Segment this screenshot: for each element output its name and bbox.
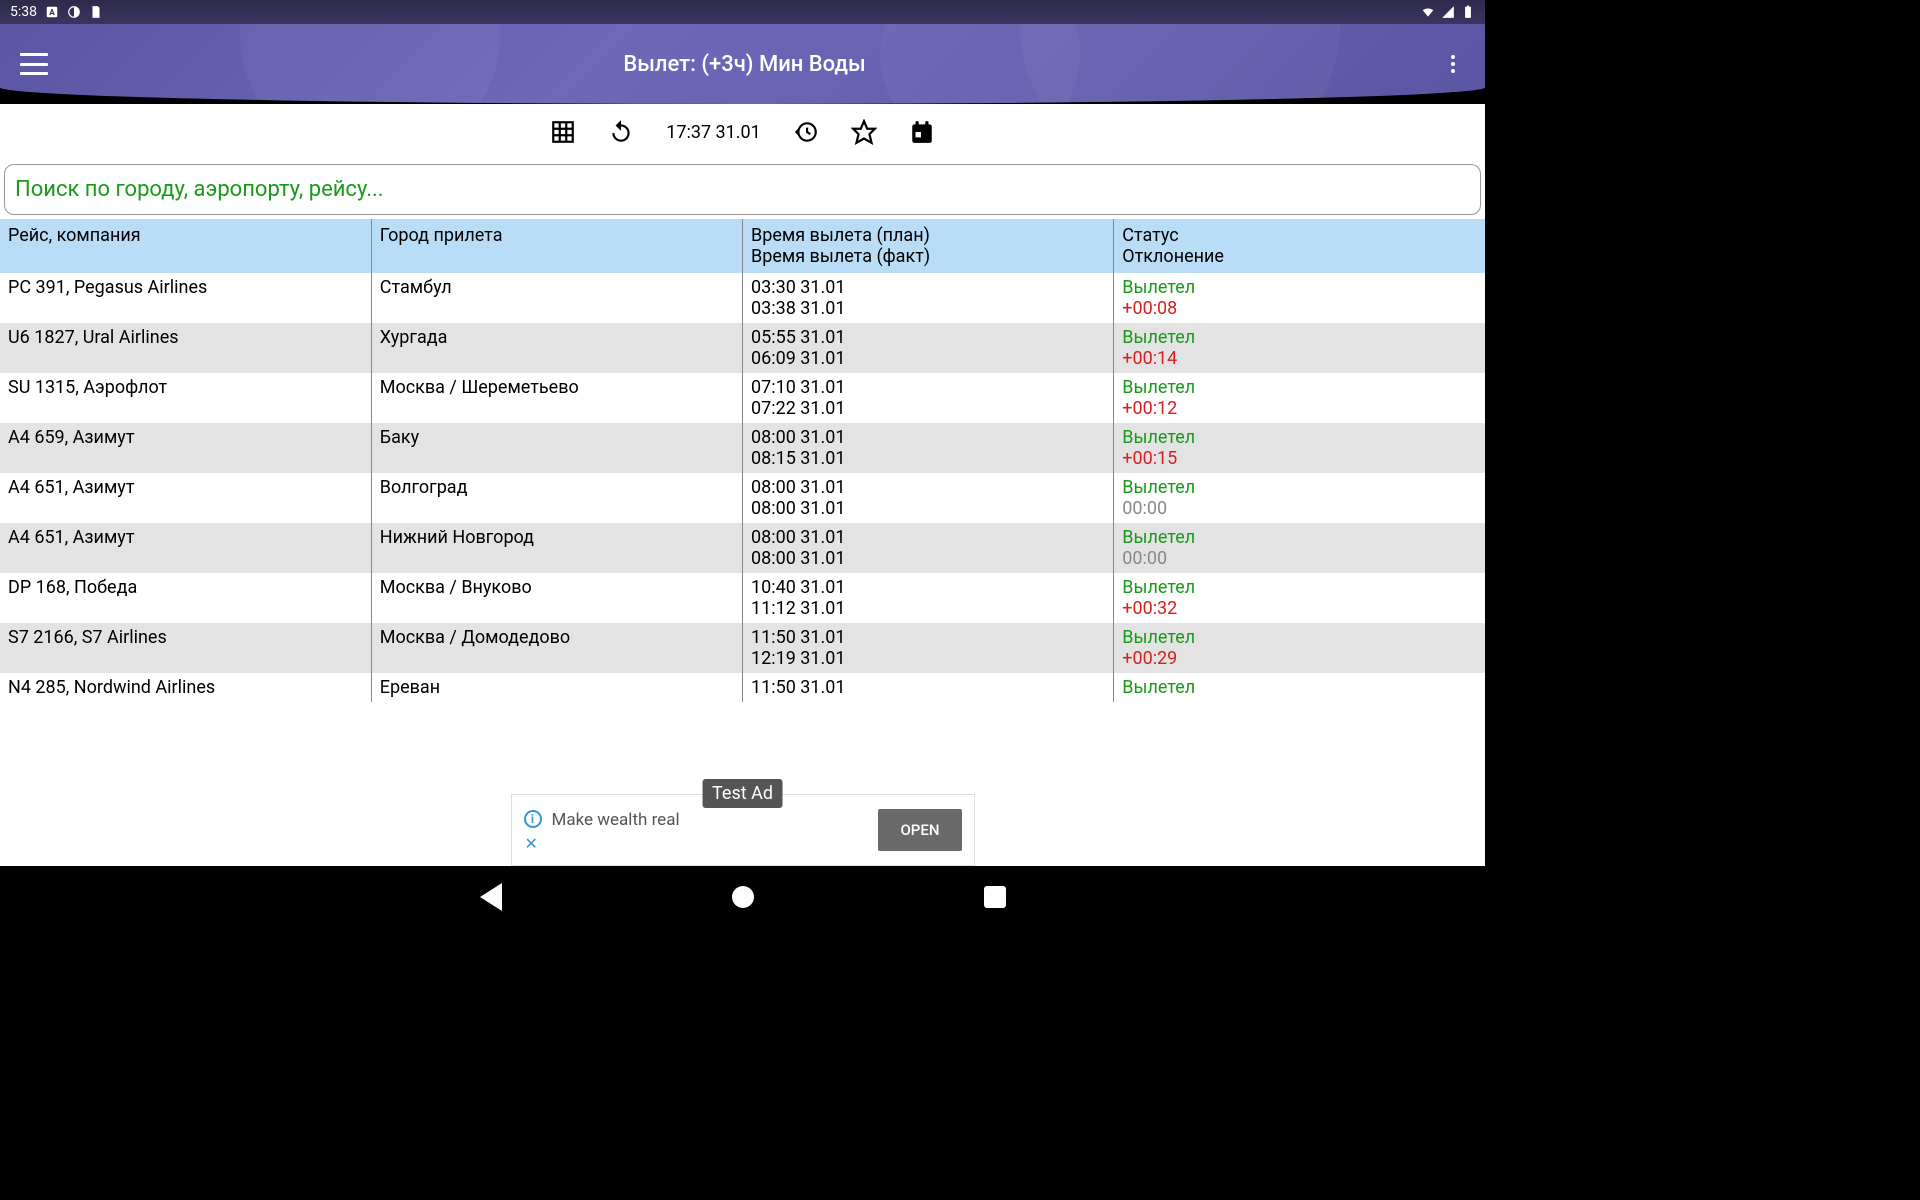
- ad-text: Make wealth real: [552, 810, 680, 830]
- android-nav-bar: [0, 866, 1485, 928]
- more-options-button[interactable]: [1441, 52, 1465, 76]
- cell-status: Вылетел00:00: [1114, 473, 1485, 523]
- cell-flight: A4 659, Азимут: [0, 423, 371, 473]
- cell-status: Вылетел: [1114, 673, 1485, 702]
- battery-icon: [1461, 5, 1475, 19]
- calendar-icon[interactable]: [909, 119, 935, 145]
- cell-time: 08:00 31.0108:00 31.01: [743, 523, 1114, 573]
- table-row[interactable]: PC 391, Pegasus AirlinesСтамбул03:30 31.…: [0, 273, 1485, 323]
- cell-time: 08:00 31.0108:00 31.01: [743, 473, 1114, 523]
- flights-table: Рейс, компания Город прилета Время вылет…: [0, 219, 1485, 702]
- cell-city: Баку: [371, 423, 742, 473]
- table-row[interactable]: A4 651, АзимутНижний Новгород08:00 31.01…: [0, 523, 1485, 573]
- ad-banner: Test Ad i ✕ Make wealth real OPEN: [511, 794, 975, 866]
- table-row[interactable]: S7 2166, S7 AirlinesМосква / Домодедово1…: [0, 623, 1485, 673]
- table-row[interactable]: N4 285, Nordwind AirlinesЕреван11:50 31.…: [0, 673, 1485, 702]
- menu-button[interactable]: [20, 53, 48, 75]
- cell-status: Вылетел+00:14: [1114, 323, 1485, 373]
- cell-time: 08:00 31.0108:15 31.01: [743, 423, 1114, 473]
- cell-status: Вылетел+00:32: [1114, 573, 1485, 623]
- cell-time: 03:30 31.0103:38 31.01: [743, 273, 1114, 323]
- star-icon[interactable]: [851, 119, 877, 145]
- cell-time: 11:50 31.01: [743, 673, 1114, 702]
- status-icon-sd: [89, 5, 103, 19]
- svg-text:A: A: [49, 7, 55, 17]
- cell-status: Вылетел+00:15: [1114, 423, 1485, 473]
- cell-flight: PC 391, Pegasus Airlines: [0, 273, 371, 323]
- th-flight: Рейс, компания: [0, 219, 371, 273]
- toolbar-datetime: 17:37 31.01: [666, 122, 761, 143]
- grid-icon[interactable]: [550, 119, 576, 145]
- table-row[interactable]: A4 651, АзимутВолгоград08:00 31.0108:00 …: [0, 473, 1485, 523]
- cell-flight: DP 168, Победа: [0, 573, 371, 623]
- table-row[interactable]: DP 168, ПобедаМосква / Внуково10:40 31.0…: [0, 573, 1485, 623]
- status-icon-a: A: [45, 5, 59, 19]
- cell-status: Вылетел+00:12: [1114, 373, 1485, 423]
- table-row[interactable]: A4 659, АзимутБаку08:00 31.0108:15 31.01…: [0, 423, 1485, 473]
- th-status: Статус Отклонение: [1114, 219, 1485, 273]
- cell-status: Вылетел00:00: [1114, 523, 1485, 573]
- cell-time: 10:40 31.0111:12 31.01: [743, 573, 1114, 623]
- page-title: Вылет: (+3ч) Мин Воды: [623, 52, 865, 77]
- ad-info-icon[interactable]: i: [524, 810, 542, 828]
- ad-badge: Test Ad: [702, 779, 783, 808]
- signal-icon: [1441, 5, 1455, 19]
- cell-city: Волгоград: [371, 473, 742, 523]
- cell-flight: A4 651, Азимут: [0, 523, 371, 573]
- android-status-bar: 5:38 A: [0, 0, 1485, 24]
- cell-city: Хургада: [371, 323, 742, 373]
- cell-status: Вылетел+00:08: [1114, 273, 1485, 323]
- status-icon-contrast: [67, 5, 81, 19]
- cell-time: 11:50 31.0112:19 31.01: [743, 623, 1114, 673]
- cell-flight: S7 2166, S7 Airlines: [0, 623, 371, 673]
- cell-time: 07:10 31.0107:22 31.01: [743, 373, 1114, 423]
- cell-city: Москва / Внуково: [371, 573, 742, 623]
- toolbar: 17:37 31.01: [0, 104, 1485, 160]
- refresh-icon[interactable]: [608, 119, 634, 145]
- cell-city: Москва / Домодедово: [371, 623, 742, 673]
- cell-time: 05:55 31.0106:09 31.01: [743, 323, 1114, 373]
- nav-home-button[interactable]: [732, 886, 754, 908]
- search-input[interactable]: [4, 164, 1481, 215]
- cell-city: Москва / Шереметьево: [371, 373, 742, 423]
- cell-city: Нижний Новгород: [371, 523, 742, 573]
- nav-back-button[interactable]: [480, 883, 502, 911]
- cell-flight: SU 1315, Аэрофлот: [0, 373, 371, 423]
- nav-recent-button[interactable]: [984, 886, 1006, 908]
- history-icon[interactable]: [793, 119, 819, 145]
- app-bar: Вылет: (+3ч) Мин Воды: [0, 24, 1485, 104]
- wifi-icon: [1421, 5, 1435, 19]
- cell-flight: A4 651, Азимут: [0, 473, 371, 523]
- table-row[interactable]: SU 1315, АэрофлотМосква / Шереметьево07:…: [0, 373, 1485, 423]
- th-city: Город прилета: [371, 219, 742, 273]
- cell-city: Стамбул: [371, 273, 742, 323]
- cell-city: Ереван: [371, 673, 742, 702]
- th-time: Время вылета (план) Время вылета (факт): [743, 219, 1114, 273]
- ad-close-icon[interactable]: ✕: [525, 834, 541, 850]
- cell-flight: N4 285, Nordwind Airlines: [0, 673, 371, 702]
- ad-open-button[interactable]: OPEN: [878, 809, 961, 851]
- cell-status: Вылетел+00:29: [1114, 623, 1485, 673]
- cell-flight: U6 1827, Ural Airlines: [0, 323, 371, 373]
- status-time: 5:38: [10, 4, 37, 20]
- table-row[interactable]: U6 1827, Ural AirlinesХургада05:55 31.01…: [0, 323, 1485, 373]
